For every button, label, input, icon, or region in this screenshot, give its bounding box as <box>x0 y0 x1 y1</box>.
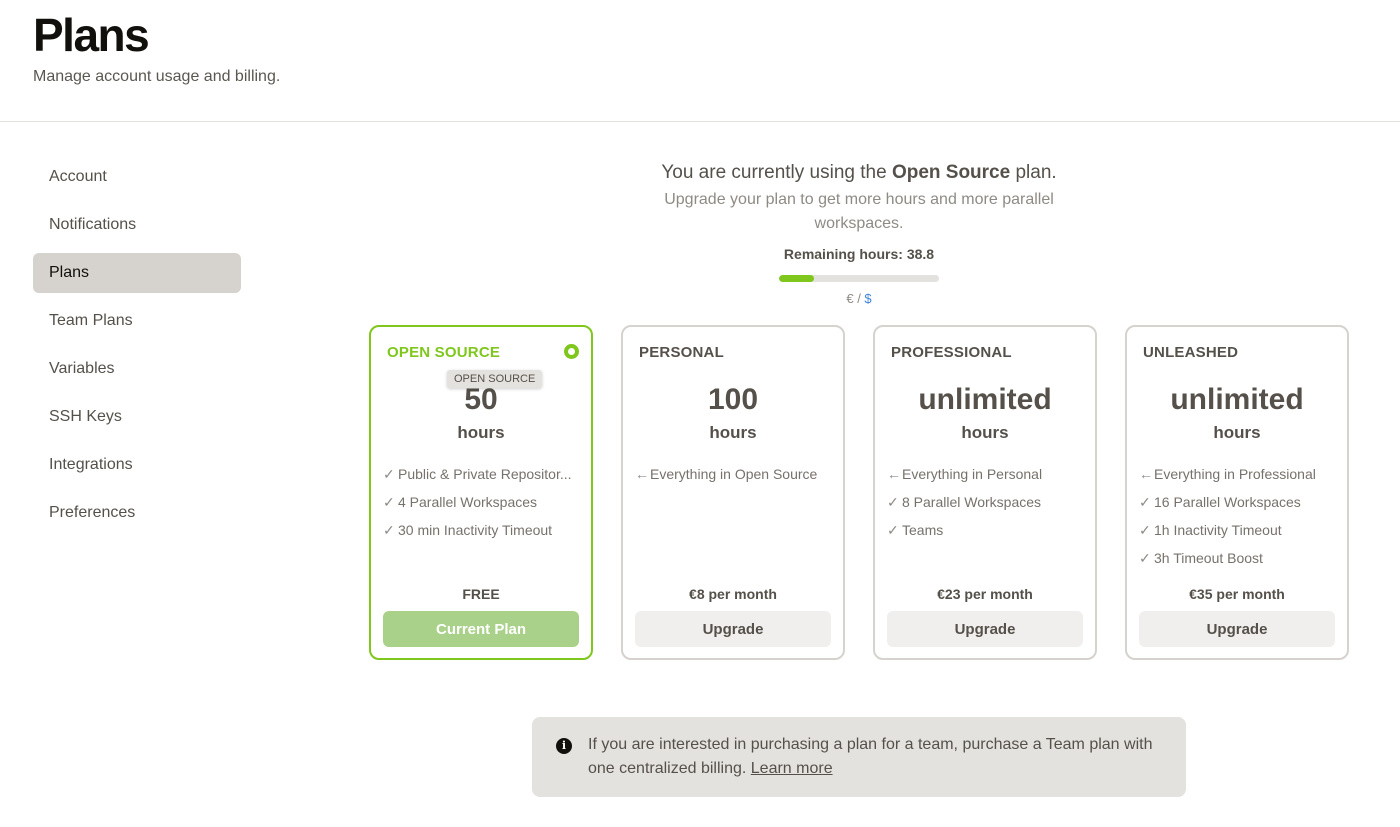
plan-feature: ←Everything in Personal <box>887 464 1085 492</box>
page-subtitle: Manage account usage and billing. <box>33 68 281 85</box>
plan-hours: unlimited <box>918 383 1052 416</box>
check-icon: ✓ <box>1139 550 1151 566</box>
plan-features: ←Everything in Open Source <box>635 464 833 492</box>
sidebar-item-team-plans[interactable]: Team Plans <box>33 301 241 341</box>
plan-hours-unit: hours <box>1213 423 1261 442</box>
sidebar-item-account[interactable]: Account <box>33 157 241 197</box>
plan-feature-text: 30 min Inactivity Timeout <box>398 522 553 538</box>
check-icon: ✓ <box>383 522 395 538</box>
plan-feature-text: Everything in Professional <box>1154 466 1316 482</box>
info-icon: i <box>556 738 572 754</box>
plan-hours-unit: hours <box>709 423 757 442</box>
plan-name: PROFESSIONAL <box>891 344 1012 361</box>
plan-feature: ✓ 16 Parallel Workspaces <box>1139 492 1337 520</box>
plan-feature-text: 16 Parallel Workspaces <box>1154 494 1301 510</box>
plan-feature: ✓ 30 min Inactivity Timeout <box>383 520 581 548</box>
arrow-left-icon: ← <box>1139 466 1153 482</box>
plan-features: ←Everything in Professional ✓ 16 Parallel… <box>1139 464 1337 576</box>
plan-feature-text: 4 Parallel Workspaces <box>398 494 538 510</box>
plan-name: UNLEASHED <box>1143 344 1239 361</box>
sidebar-item-ssh-keys[interactable]: SSH Keys <box>33 397 241 437</box>
currency-eur[interactable]: € <box>846 291 853 306</box>
plan-feature: ✓ 3h Timeout Boost <box>1139 548 1337 576</box>
check-icon: ✓ <box>383 494 395 510</box>
upgrade-hint: Upgrade your plan to get more hours and … <box>664 191 1054 232</box>
learn-more-link[interactable]: Learn more <box>751 760 833 777</box>
plan-features: ←Everything in Personal ✓ 8 Parallel Work… <box>887 464 1085 548</box>
currency-separator: / <box>853 291 865 306</box>
plan-hours-unit: hours <box>961 423 1009 442</box>
plan-card-professional[interactable]: PROFESSIONAL unlimited hours ←Everything… <box>873 325 1097 660</box>
plan-feature-text: Public & Private Repositor... <box>398 466 572 482</box>
current-plan-button[interactable]: Current Plan <box>383 611 579 647</box>
current-plan-name: Open Source <box>891 162 1011 183</box>
team-plan-notice-text: If you are interested in purchasing a pl… <box>588 733 1173 781</box>
plan-feature-text: 1h Inactivity Timeout <box>1154 522 1282 538</box>
upgrade-button[interactable]: Upgrade <box>635 611 831 647</box>
sidebar-item-integrations[interactable]: Integrations <box>33 445 241 485</box>
check-icon: ✓ <box>1139 522 1151 538</box>
current-plan-message: You are currently using the Open Source … <box>620 162 1098 184</box>
plan-feature: ←Everything in Open Source <box>635 464 833 492</box>
check-icon: ✓ <box>383 466 395 482</box>
plan-hours: unlimited <box>1170 383 1304 416</box>
arrow-left-icon: ← <box>635 466 649 482</box>
check-icon: ✓ <box>887 522 899 538</box>
plan-feature-text: Teams <box>902 522 944 538</box>
plan-feature: ←Everything in Professional <box>1139 464 1337 492</box>
page-header: Plans Manage account usage and billing. <box>0 0 1400 122</box>
sidebar-item-notifications[interactable]: Notifications <box>33 205 241 245</box>
remaining-hours-bar <box>779 275 939 282</box>
current-plan-message-prefix: You are currently using the <box>661 162 892 183</box>
page-title: Plans <box>33 9 150 61</box>
plan-feature-text: Everything in Open Source <box>650 466 818 482</box>
plan-name: OPEN SOURCE <box>387 344 501 361</box>
check-icon: ✓ <box>887 494 899 510</box>
team-plan-notice-message: If you are interested in purchasing a pl… <box>588 736 1153 777</box>
plan-price: €23 per month <box>937 586 1033 602</box>
sidebar-item-plans[interactable]: Plans <box>33 253 241 293</box>
plan-card-unleashed[interactable]: UNLEASHED unlimited hours ←Everything in… <box>1125 325 1349 660</box>
plan-feature: ✓ 8 Parallel Workspaces <box>887 492 1085 520</box>
current-plan-message-suffix: plan. <box>1010 162 1057 183</box>
plan-price: €35 per month <box>1189 586 1285 602</box>
selected-radio-icon <box>564 344 579 359</box>
plan-features: ✓ Public & Private Repositor... ✓ 4 Parall… <box>383 464 581 548</box>
plan-feature: ✓ Teams <box>887 520 1085 548</box>
plan-card-personal[interactable]: PERSONAL 100 hours ←Everything in Open S… <box>621 325 845 660</box>
upgrade-button[interactable]: Upgrade <box>1139 611 1335 647</box>
plan-price: FREE <box>462 586 500 602</box>
check-icon: ✓ <box>1139 494 1151 510</box>
plan-tooltip: OPEN SOURCE <box>447 370 543 388</box>
plan-hours: 100 <box>707 383 759 416</box>
remaining-hours-bar-fill <box>779 275 815 282</box>
arrow-left-icon: ← <box>887 466 901 482</box>
plan-feature-text: Everything in Personal <box>902 466 1043 482</box>
plan-feature-text: 3h Timeout Boost <box>1154 550 1263 566</box>
plan-feature: ✓ 4 Parallel Workspaces <box>383 492 581 520</box>
plan-card-open-source[interactable]: OPEN SOURCE OPEN SOURCE 50 hours ✓ Public… <box>369 325 593 660</box>
settings-sidebar: Account Notifications Plans Team Plans V… <box>33 157 241 541</box>
plan-feature: ✓ 1h Inactivity Timeout <box>1139 520 1337 548</box>
sidebar-item-variables[interactable]: Variables <box>33 349 241 389</box>
currency-usd[interactable]: $ <box>864 291 871 306</box>
plan-name: PERSONAL <box>639 344 724 361</box>
team-plan-notice: i If you are interested in purchasing a … <box>532 717 1186 797</box>
upgrade-button[interactable]: Upgrade <box>887 611 1083 647</box>
current-plan-summary: You are currently using the Open Source … <box>620 162 1098 236</box>
remaining-hours-label: Remaining hours: 38.8 <box>783 246 935 262</box>
plan-hours: 50 <box>464 383 498 416</box>
plan-hours-unit: hours <box>457 423 505 442</box>
plan-price: €8 per month <box>689 586 777 602</box>
plan-feature: ✓ Public & Private Repositor... <box>383 464 581 492</box>
plan-feature-text: 8 Parallel Workspaces <box>902 494 1042 510</box>
currency-switch: € / $ <box>809 291 909 306</box>
sidebar-item-preferences[interactable]: Preferences <box>33 493 241 533</box>
